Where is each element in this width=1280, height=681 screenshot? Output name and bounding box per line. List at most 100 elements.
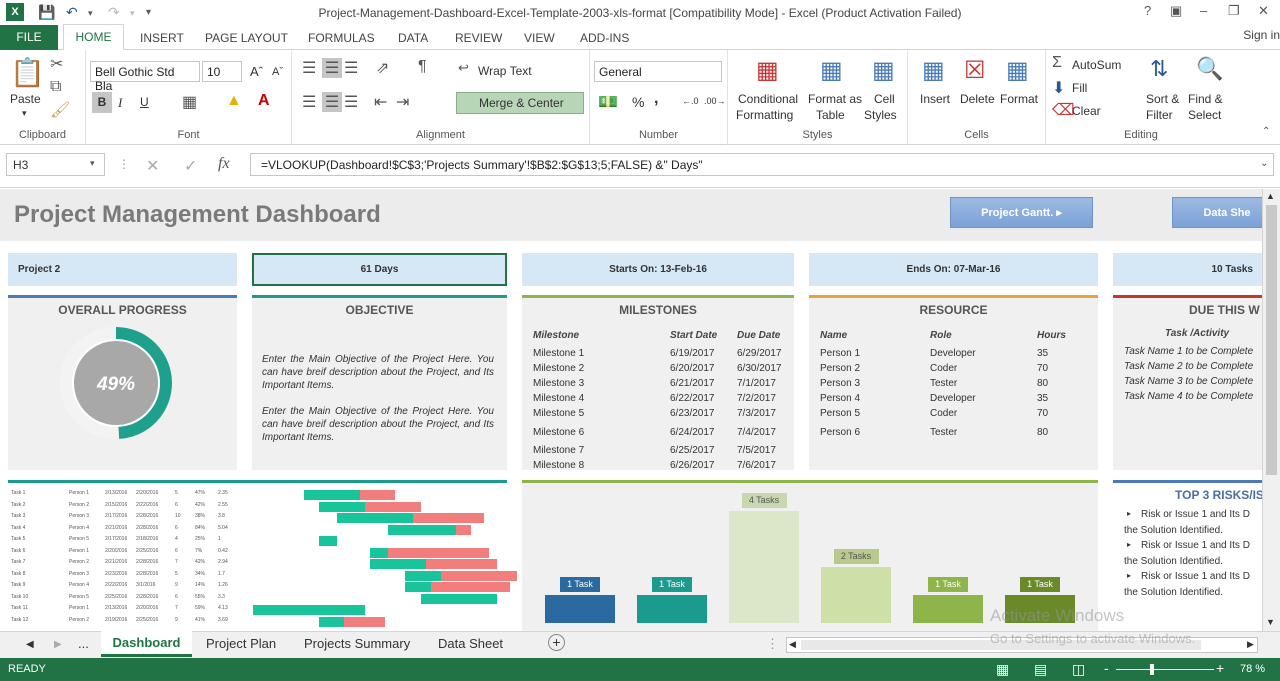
- tab-home[interactable]: HOME: [63, 24, 124, 51]
- scroll-thumb[interactable]: [1266, 205, 1277, 475]
- currency-icon[interactable]: 💵: [598, 92, 618, 112]
- tab-ellipsis[interactable]: ...: [78, 636, 89, 651]
- find-select-icon[interactable]: 🔍: [1196, 56, 1223, 82]
- delete-cells-button[interactable]: Delete: [960, 92, 995, 106]
- zoom-level[interactable]: 78 %: [1240, 663, 1265, 675]
- hscroll-right-icon[interactable]: ▶: [1247, 639, 1254, 650]
- format-cells-button[interactable]: Format: [1000, 92, 1038, 106]
- tab-file[interactable]: FILE: [0, 25, 58, 50]
- orientation-icon[interactable]: ⇗: [376, 58, 389, 78]
- name-box-dropdown-icon[interactable]: ▾: [90, 158, 95, 169]
- vertical-scrollbar[interactable]: ▲ ▼: [1262, 189, 1280, 631]
- font-color-icon[interactable]: A: [258, 92, 270, 110]
- clear-button[interactable]: Clear: [1072, 104, 1101, 118]
- data-sheet-button[interactable]: Data She: [1172, 197, 1262, 228]
- ribbon-display-icon[interactable]: ▣: [1170, 3, 1182, 19]
- tab-insert[interactable]: INSERT: [140, 31, 184, 45]
- decrease-indent-icon[interactable]: ⇤: [374, 92, 387, 112]
- collapse-ribbon-icon[interactable]: ⌃: [1262, 126, 1270, 137]
- formula-input[interactable]: =VLOOKUP(Dashboard!$C$3;'Projects Summar…: [250, 153, 1274, 176]
- project-gantt-button[interactable]: Project Gantt. ▸: [950, 197, 1093, 228]
- confirm-entry-icon[interactable]: ✓: [184, 156, 197, 176]
- hscroll-left-icon[interactable]: ◀: [789, 639, 796, 650]
- zoom-out-button[interactable]: -: [1104, 660, 1109, 676]
- wrap-text-button[interactable]: Wrap Text: [478, 64, 532, 78]
- increase-indent-icon[interactable]: ⇥: [396, 92, 409, 112]
- cancel-entry-icon[interactable]: ✕: [146, 156, 159, 176]
- find-select-label-1[interactable]: Find &: [1188, 92, 1223, 106]
- tab-page-layout[interactable]: PAGE LAYOUT: [205, 31, 288, 45]
- fill-color-icon[interactable]: ▲: [226, 92, 242, 110]
- conditional-formatting-label-2[interactable]: Formatting: [736, 108, 793, 122]
- sign-in-link[interactable]: Sign in: [1243, 28, 1280, 42]
- sheet-tab-dashboard[interactable]: Dashboard: [101, 631, 192, 657]
- conditional-formatting-label-1[interactable]: Conditional: [738, 92, 798, 106]
- paste-dropdown-icon[interactable]: ▾: [22, 108, 27, 119]
- borders-icon[interactable]: ▦: [182, 92, 197, 112]
- number-format-select[interactable]: General: [594, 61, 722, 82]
- format-cells-icon[interactable]: ▦: [1006, 56, 1029, 85]
- sheet-tab-project-plan[interactable]: Project Plan: [206, 636, 276, 651]
- copy-icon[interactable]: ⧉: [50, 78, 61, 96]
- align-middle-icon[interactable]: ☰: [322, 58, 342, 78]
- font-family-select[interactable]: Bell Gothic Std Bla: [90, 61, 200, 93]
- help-icon[interactable]: ?: [1144, 3, 1151, 18]
- tab-next-icon[interactable]: ▶: [54, 639, 62, 650]
- format-painter-icon[interactable]: 🖌: [50, 100, 70, 120]
- align-center-icon[interactable]: ☰: [322, 92, 342, 112]
- italic-button[interactable]: I: [118, 95, 122, 111]
- align-left-icon[interactable]: ☰: [302, 92, 316, 112]
- insert-cells-button[interactable]: Insert: [920, 92, 950, 106]
- wrap-text-icon[interactable]: ↩: [458, 60, 469, 76]
- sheet-tab-projects-summary[interactable]: Projects Summary: [304, 636, 410, 651]
- cell-styles-label-1[interactable]: Cell: [874, 92, 895, 106]
- percent-button[interactable]: %: [632, 94, 644, 110]
- tab-splitter-icon[interactable]: ⋮: [766, 636, 779, 652]
- sort-filter-icon[interactable]: ⇅: [1150, 56, 1168, 82]
- increase-font-icon[interactable]: Aˆ: [250, 64, 263, 79]
- autosum-icon[interactable]: Σ: [1052, 54, 1062, 72]
- sort-filter-label-1[interactable]: Sort &: [1146, 92, 1179, 106]
- tab-formulas[interactable]: FORMULAS: [308, 31, 375, 45]
- scroll-down-icon[interactable]: ▼: [1266, 617, 1275, 627]
- sort-filter-label-2[interactable]: Filter: [1146, 108, 1173, 122]
- merge-center-button[interactable]: Merge & Center: [456, 92, 584, 114]
- expand-formula-icon[interactable]: ⌄: [1260, 158, 1268, 169]
- decrease-decimal-icon[interactable]: .00→: [704, 96, 726, 106]
- paste-button[interactable]: Paste: [10, 92, 41, 106]
- align-top-icon[interactable]: ☰: [302, 58, 316, 78]
- increase-decimal-icon[interactable]: ←.0: [682, 96, 699, 106]
- add-sheet-button[interactable]: +: [548, 634, 565, 651]
- tab-review[interactable]: REVIEW: [455, 31, 502, 45]
- zoom-in-button[interactable]: +: [1216, 660, 1224, 676]
- cell-styles-label-2[interactable]: Styles: [864, 108, 897, 122]
- decrease-font-icon[interactable]: Aˇ: [272, 66, 283, 78]
- tab-data[interactable]: DATA: [398, 31, 428, 45]
- tab-add-ins[interactable]: ADD-INS: [580, 31, 629, 45]
- underline-button[interactable]: U: [140, 95, 149, 109]
- kpi-duration[interactable]: 61 Days: [252, 253, 507, 286]
- close-icon[interactable]: ✕: [1258, 3, 1269, 19]
- comma-button[interactable]: ,: [654, 90, 658, 108]
- text-direction-icon[interactable]: ¶: [418, 58, 427, 76]
- format-as-table-label-1[interactable]: Format as: [808, 92, 862, 106]
- format-as-table-label-2[interactable]: Table: [816, 108, 845, 122]
- conditional-formatting-icon[interactable]: ▦: [756, 56, 779, 85]
- restore-icon[interactable]: ❐: [1228, 3, 1240, 19]
- fill-button[interactable]: Fill: [1072, 81, 1087, 95]
- autosum-button[interactable]: AutoSum: [1072, 58, 1121, 72]
- find-select-label-2[interactable]: Select: [1188, 108, 1221, 122]
- delete-cells-icon[interactable]: ☒: [964, 56, 986, 85]
- worksheet[interactable]: Project Management Dashboard Project Gan…: [0, 189, 1262, 631]
- tab-view[interactable]: VIEW: [524, 31, 555, 45]
- cell-styles-icon[interactable]: ▦: [872, 56, 895, 85]
- font-size-select[interactable]: 10: [202, 61, 242, 82]
- align-bottom-icon[interactable]: ☰: [344, 58, 358, 78]
- page-layout-view-icon[interactable]: ▤: [1034, 661, 1047, 678]
- tab-prev-icon[interactable]: ◀: [26, 639, 34, 650]
- align-right-icon[interactable]: ☰: [344, 92, 358, 112]
- cut-icon[interactable]: ✂: [50, 54, 63, 74]
- insert-function-icon[interactable]: fx: [218, 155, 230, 173]
- paste-icon[interactable]: 📋: [10, 56, 45, 89]
- zoom-slider-track[interactable]: [1116, 669, 1214, 670]
